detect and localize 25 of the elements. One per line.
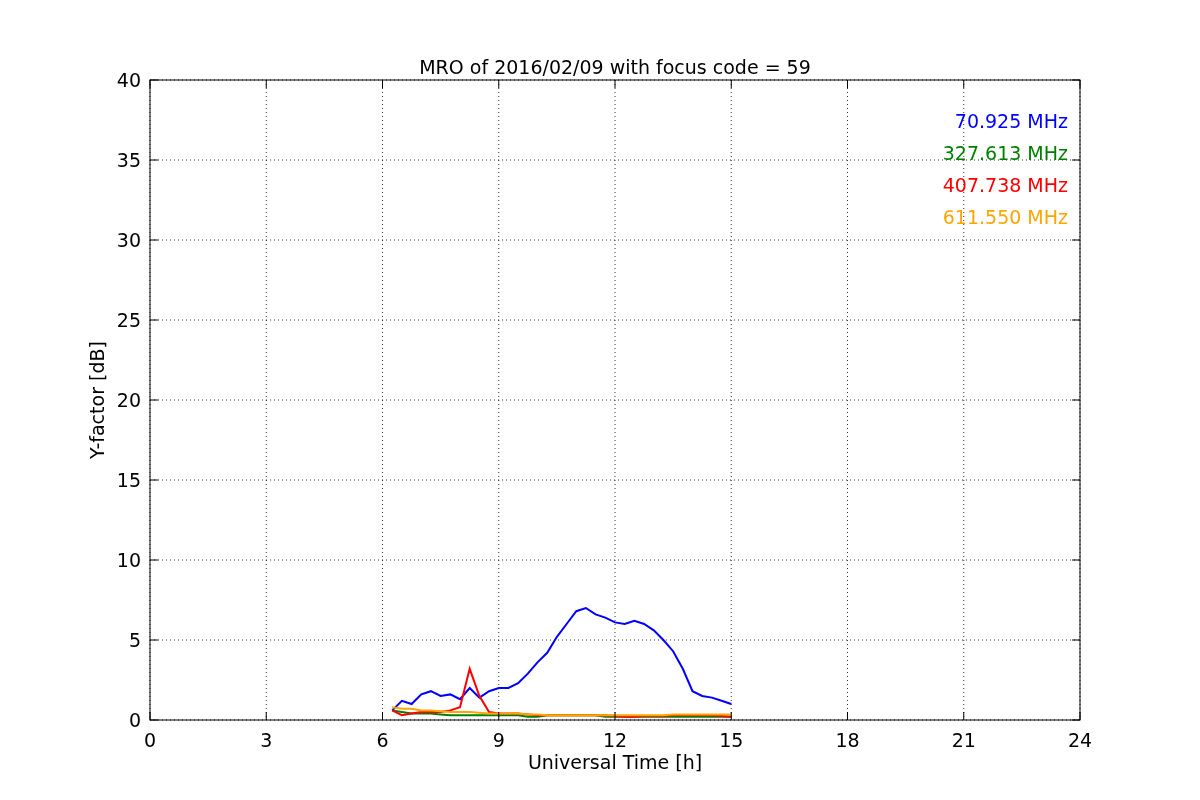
- y-tick-label: 0: [128, 709, 141, 731]
- x-tick-label: 3: [260, 729, 273, 751]
- x-tick-label: 0: [143, 729, 157, 751]
- x-tick-label: 9: [492, 729, 505, 751]
- legend-label: 611.550 MHz: [942, 206, 1068, 228]
- x-tick-label: 18: [835, 729, 860, 751]
- y-tick-label: 5: [128, 629, 141, 651]
- legend-label: 70.925 MHz: [954, 110, 1068, 132]
- y-tick-label: 15: [116, 469, 141, 491]
- chart-title: MRO of 2016/02/09 with focus code = 59: [419, 56, 811, 78]
- y-tick-label: 30: [116, 229, 141, 251]
- x-tick-label: 15: [719, 729, 744, 751]
- x-axis-label: Universal Time [h]: [527, 751, 703, 773]
- y-tick-label: 20: [116, 389, 141, 411]
- y-axis-label: Y-factor [dB]: [86, 341, 108, 459]
- legend-label: 407.738 MHz: [942, 174, 1068, 196]
- x-tick-label: 21: [951, 729, 976, 751]
- x-tick-label: 12: [602, 729, 628, 751]
- legend-label: 327.613 MHz: [942, 142, 1068, 164]
- x-tick-label: 24: [1067, 729, 1093, 751]
- y-tick-label: 40: [116, 69, 141, 91]
- y-tick-label: 25: [116, 309, 141, 331]
- x-tick-label: 6: [376, 729, 389, 751]
- y-tick-label: 10: [116, 549, 141, 571]
- y-tick-label: 35: [116, 149, 141, 171]
